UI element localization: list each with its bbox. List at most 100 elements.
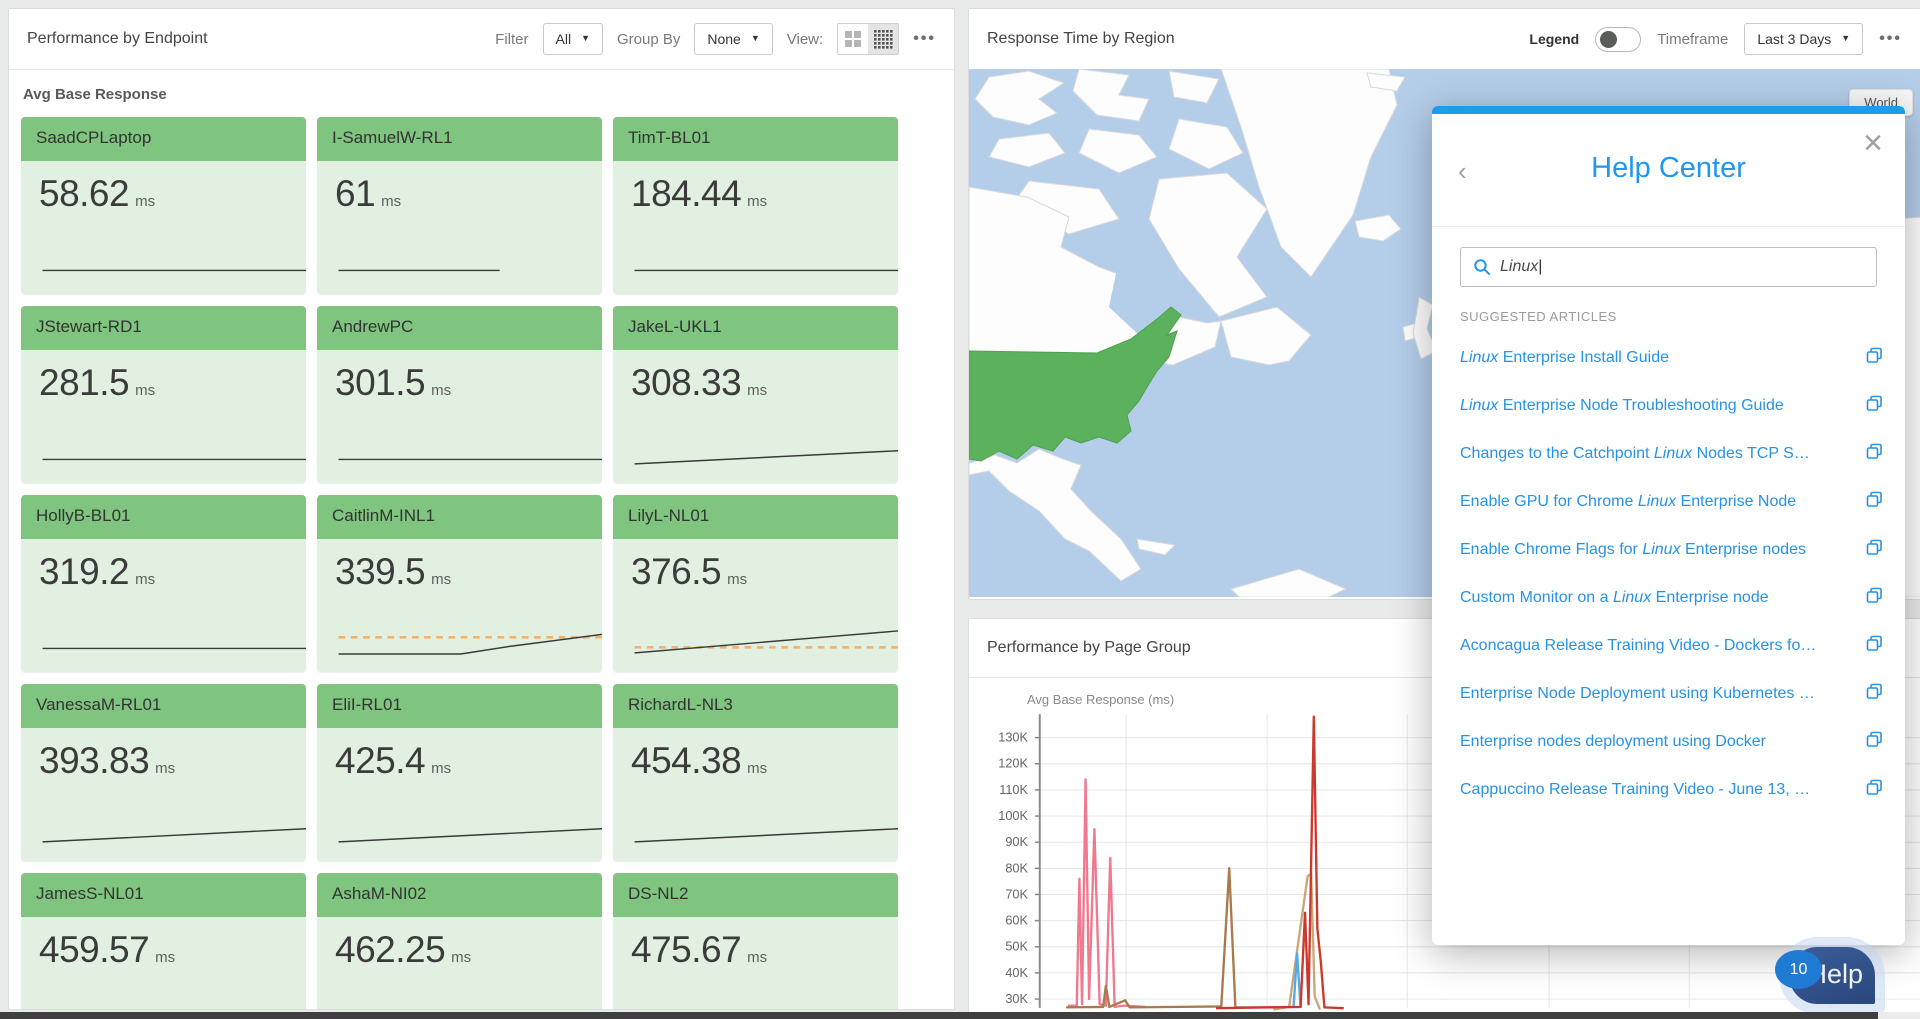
article-row: Aconcagua Release Training Video - Docke… bbox=[1460, 622, 1883, 670]
chart-widget-title: Performance by Page Group bbox=[987, 639, 1191, 657]
endpoint-card-unit: ms bbox=[135, 193, 155, 210]
svg-text:50K: 50K bbox=[1005, 939, 1028, 954]
endpoint-card-body: 462.25ms bbox=[317, 917, 602, 1010]
endpoint-card[interactable]: CaitlinM-INL1 339.5 ms bbox=[317, 495, 602, 672]
endpoint-card[interactable]: EliI-RL01425.4ms bbox=[317, 684, 602, 861]
endpoint-card-value: 475.67 bbox=[631, 929, 741, 970]
article-link[interactable]: Enterprise Node Deployment using Kuberne… bbox=[1460, 685, 1815, 703]
endpoint-card[interactable]: JStewart-RD1281.5ms bbox=[21, 306, 306, 483]
endpoint-card-unit: ms bbox=[747, 382, 767, 399]
endpoint-card[interactable]: RichardL-NL3454.38ms bbox=[613, 684, 898, 861]
endpoint-card[interactable]: JakeL-UKL1308.33ms bbox=[613, 306, 898, 483]
open-article-copy-icon[interactable] bbox=[1856, 491, 1883, 513]
endpoint-card-name: LilyL-NL01 bbox=[613, 495, 898, 539]
notification-badge: 10 bbox=[1775, 950, 1822, 989]
endpoint-card[interactable]: VanessaM-RL01 393.83 ms bbox=[21, 684, 306, 861]
open-article-copy-icon[interactable] bbox=[1856, 731, 1883, 753]
endpoint-card[interactable]: AshaM-NI02462.25ms bbox=[317, 873, 602, 1010]
open-article-copy-icon[interactable] bbox=[1856, 635, 1883, 657]
series-red bbox=[1216, 717, 1344, 1008]
svg-text:130K: 130K bbox=[998, 730, 1028, 745]
endpoint-card-name: TimT-BL01 bbox=[613, 117, 898, 161]
close-icon[interactable]: × bbox=[1863, 126, 1883, 160]
article-link[interactable]: Aconcagua Release Training Video - Docke… bbox=[1460, 637, 1816, 655]
endpoint-card-body: 475.67 ms bbox=[613, 917, 898, 1010]
sparkline bbox=[333, 813, 602, 853]
map-widget-menu-button[interactable]: ••• bbox=[1879, 30, 1902, 48]
svg-text:80K: 80K bbox=[1005, 860, 1028, 875]
endpoint-card-unit: ms bbox=[381, 193, 401, 210]
endpoint-card-value: 61 bbox=[335, 173, 375, 214]
endpoint-widget-header: Performance by Endpoint Filter All ▼ Gro… bbox=[9, 9, 954, 69]
endpoint-card-value: 308.33 bbox=[631, 362, 741, 403]
endpoint-card-unit: ms bbox=[747, 949, 767, 966]
sparkline bbox=[629, 435, 898, 475]
article-link[interactable]: Cappuccino Release Training Video - June… bbox=[1460, 781, 1810, 799]
legend-toggle[interactable] bbox=[1595, 27, 1641, 52]
series-tan bbox=[1273, 874, 1320, 1010]
article-link[interactable]: Changes to the Catchpoint Linux Nodes TC… bbox=[1460, 445, 1810, 463]
group-by-select-value: None bbox=[707, 31, 740, 47]
open-article-copy-icon[interactable] bbox=[1856, 587, 1883, 609]
view-dense-grid-button[interactable] bbox=[868, 24, 898, 54]
grid-2x2-icon bbox=[844, 30, 862, 48]
article-link[interactable]: Linux Enterprise Node Troubleshooting Gu… bbox=[1460, 397, 1784, 415]
article-row: Enable GPU for Chrome Linux Enterprise N… bbox=[1460, 478, 1883, 526]
endpoint-card-value: 319.2 bbox=[39, 551, 129, 592]
horizontal-scrollbar-track[interactable] bbox=[0, 1012, 1920, 1019]
endpoint-card-unit: ms bbox=[727, 571, 747, 588]
sparkline bbox=[629, 624, 898, 664]
svg-text:120K: 120K bbox=[998, 756, 1028, 771]
endpoint-card[interactable]: TimT-BL01184.44ms bbox=[613, 117, 898, 294]
open-article-copy-icon[interactable] bbox=[1856, 395, 1883, 417]
endpoint-card[interactable]: SaadCPLaptop58.62ms bbox=[21, 117, 306, 294]
timeframe-select[interactable]: Last 3 Days ▼ bbox=[1744, 23, 1863, 55]
endpoint-card[interactable]: JamesS-NL01459.57ms bbox=[21, 873, 306, 1010]
endpoint-card-name: CaitlinM-INL1 bbox=[317, 495, 602, 539]
endpoint-card-unit: ms bbox=[431, 571, 451, 588]
open-article-copy-icon[interactable] bbox=[1856, 347, 1883, 369]
article-link[interactable]: Enable GPU for Chrome Linux Enterprise N… bbox=[1460, 493, 1796, 511]
horizontal-scrollbar-thumb[interactable] bbox=[0, 1012, 1878, 1019]
open-article-copy-icon[interactable] bbox=[1856, 443, 1883, 465]
article-row: Linux Enterprise Install Guide bbox=[1460, 334, 1883, 382]
endpoint-card[interactable]: I-SamuelW-RL161ms bbox=[317, 117, 602, 294]
endpoint-card-value: 393.83 bbox=[39, 740, 149, 781]
open-article-copy-icon[interactable] bbox=[1856, 683, 1883, 705]
open-article-copy-icon[interactable] bbox=[1856, 779, 1883, 801]
filter-select[interactable]: All ▼ bbox=[543, 23, 603, 55]
view-large-grid-button[interactable] bbox=[838, 24, 868, 54]
article-link[interactable]: Linux Enterprise Install Guide bbox=[1460, 349, 1669, 367]
endpoint-card[interactable]: DS-NL2475.67ms bbox=[613, 873, 898, 1010]
group-by-select[interactable]: None ▼ bbox=[694, 23, 772, 55]
endpoint-card-value: 454.38 bbox=[631, 740, 741, 781]
help-search-input[interactable]: Linux| bbox=[1460, 247, 1877, 287]
endpoint-card-unit: ms bbox=[155, 760, 175, 777]
timeframe-select-value: Last 3 Days bbox=[1757, 31, 1831, 47]
endpoint-card-value: 462.25 bbox=[335, 929, 445, 970]
back-icon[interactable]: ‹ bbox=[1458, 158, 1467, 184]
endpoint-card[interactable]: HollyB-BL01319.2ms bbox=[21, 495, 306, 672]
endpoint-card-value: 301.5 bbox=[335, 362, 425, 403]
sparkline bbox=[333, 246, 602, 286]
endpoint-card-unit: ms bbox=[135, 571, 155, 588]
svg-text:30K: 30K bbox=[1005, 991, 1028, 1006]
open-article-copy-icon[interactable] bbox=[1856, 539, 1883, 561]
endpoint-card[interactable]: AndrewPC301.5ms bbox=[317, 306, 602, 483]
endpoint-card-value: 281.5 bbox=[39, 362, 129, 403]
help-center-title: Help Center bbox=[1432, 114, 1905, 185]
endpoint-card-name: VanessaM-RL01 bbox=[21, 684, 306, 728]
help-fab-button[interactable]: Help 10 bbox=[1789, 947, 1875, 1004]
article-row: Cappuccino Release Training Video - June… bbox=[1460, 766, 1883, 814]
endpoint-card-unit: ms bbox=[747, 193, 767, 210]
endpoint-card-grid: SaadCPLaptop58.62msI-SamuelW-RL161msTimT… bbox=[9, 115, 954, 1010]
article-link[interactable]: Enable Chrome Flags for Linux Enterprise… bbox=[1460, 541, 1806, 559]
endpoint-card-value: 339.5 bbox=[335, 551, 425, 592]
article-link[interactable]: Custom Monitor on a Linux Enterprise nod… bbox=[1460, 589, 1769, 607]
endpoint-widget-menu-button[interactable]: ••• bbox=[913, 30, 936, 48]
article-link[interactable]: Enterprise nodes deployment using Docker bbox=[1460, 733, 1766, 751]
legend-label: Legend bbox=[1529, 31, 1579, 47]
endpoint-card[interactable]: LilyL-NL01376.5ms bbox=[613, 495, 898, 672]
endpoint-widget-controls: Filter All ▼ Group By None ▼ View: bbox=[495, 23, 936, 55]
svg-text:100K: 100K bbox=[998, 808, 1028, 823]
